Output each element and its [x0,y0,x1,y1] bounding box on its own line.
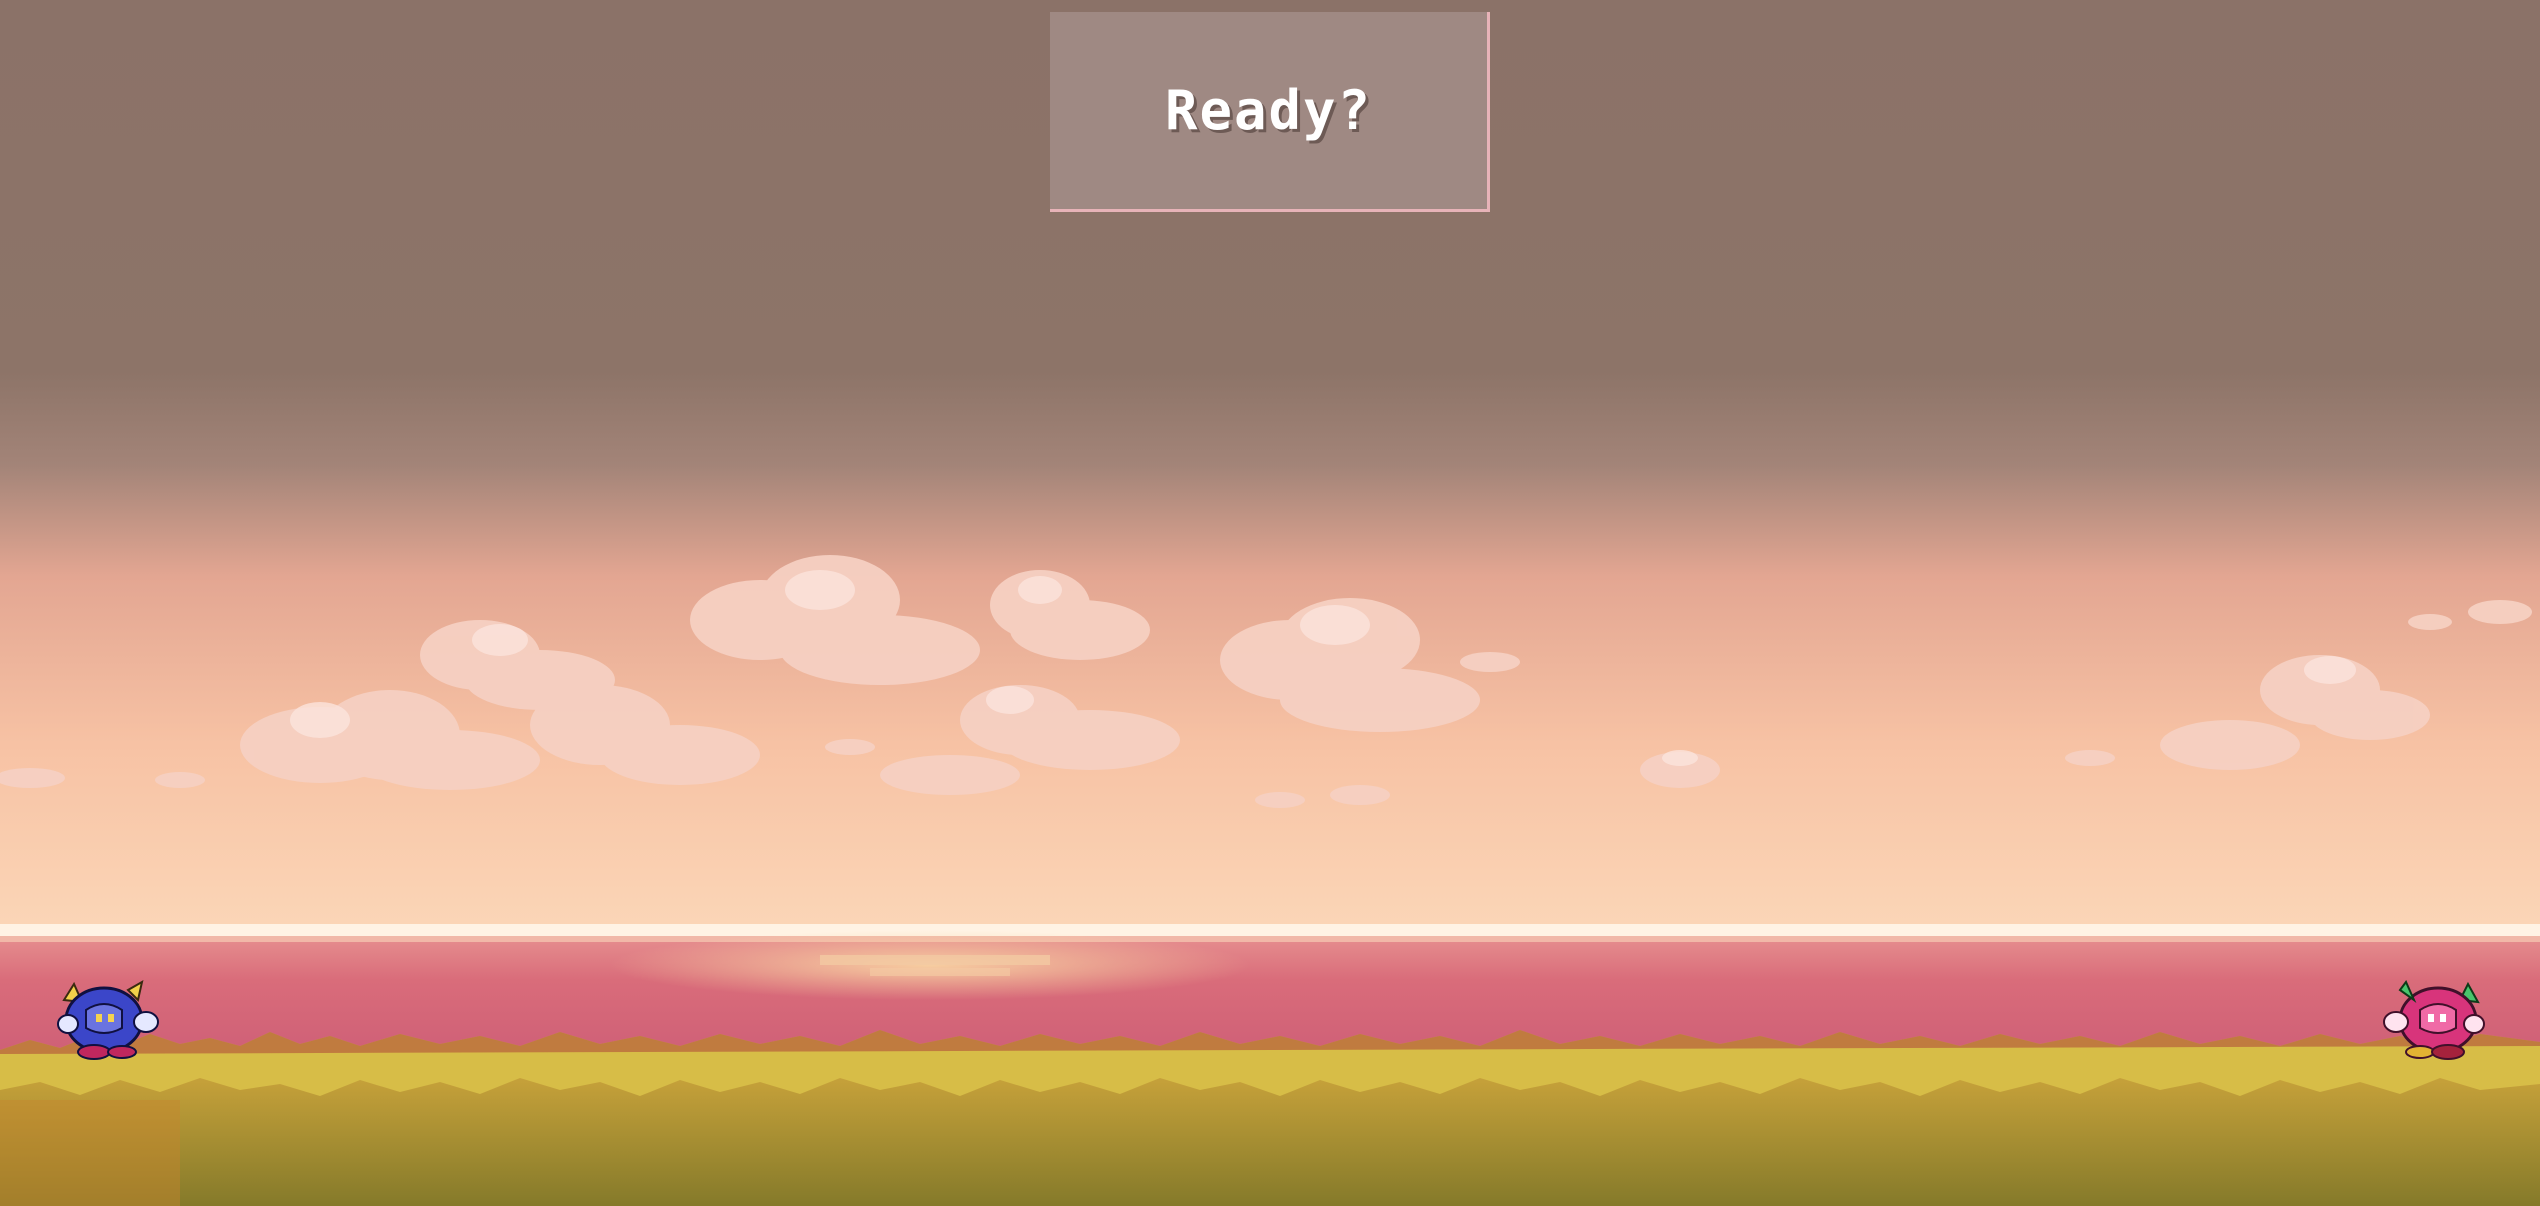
blue-knight-icon [57,980,159,1060]
ready-text: Ready? [1164,79,1373,142]
status-banner: Ready? [1050,12,1490,212]
ground [0,1078,2540,1206]
pink-knight-icon [2383,980,2485,1060]
horizon-line [0,924,2540,938]
